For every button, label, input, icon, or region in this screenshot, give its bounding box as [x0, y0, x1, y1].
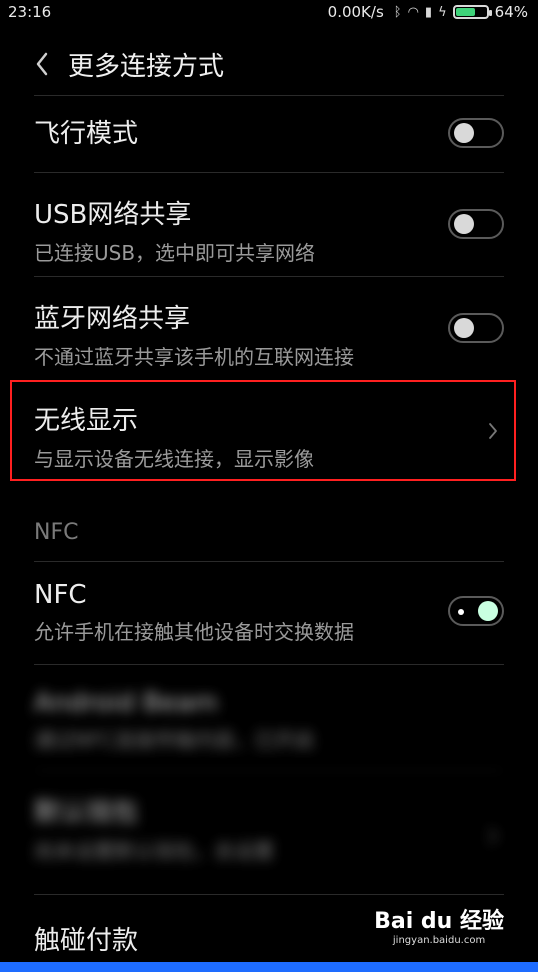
row-title: 无线显示 [34, 406, 139, 436]
wireless-display-row[interactable]: 无线显示 与显示设备无线连接，显示影像 [34, 400, 504, 472]
back-icon[interactable] [34, 50, 50, 78]
battery-percent: 64% [494, 3, 528, 21]
bluetooth-icon: ᛒ [393, 4, 402, 20]
row-subtitle: 允许手机在接触其他设备时交换数据 [34, 620, 354, 644]
usb-tethering-row[interactable]: USB网络共享 已连接USB，选中即可共享网络 [34, 194, 504, 266]
signal-icon: ▮ [424, 4, 433, 20]
battery-icon [452, 5, 492, 19]
airplane-mode-toggle[interactable] [448, 118, 504, 148]
chevron-right-icon [489, 423, 497, 439]
status-time: 23:16 [8, 3, 52, 21]
bluetooth-tethering-row[interactable]: 蓝牙网络共享 不通过蓝牙共享该手机的互联网连接 [34, 298, 504, 370]
row-title: USB网络共享 [34, 200, 192, 230]
page-header: 更多连接方式 [0, 40, 538, 90]
divider [34, 172, 504, 173]
toggle-knob [454, 123, 474, 143]
toggle-knob [454, 214, 474, 234]
charging-icon: ϟ [438, 4, 447, 20]
airplane-mode-row[interactable]: 飞行模式 [34, 113, 504, 150]
divider [34, 770, 504, 771]
battery-fill [455, 8, 475, 16]
row-subtitle: 不通过蓝牙共享该手机的互联网连接 [34, 345, 354, 369]
row-title: 飞行模式 [34, 119, 139, 149]
divider [34, 561, 504, 562]
watermark-brand: Bai du 经验 [374, 909, 504, 934]
navigation-bar [0, 962, 538, 972]
row-subtitle: 与显示设备无线连接，显示影像 [34, 447, 314, 471]
divider [34, 276, 504, 277]
nfc-row[interactable]: NFC 允许手机在接触其他设备时交换数据 [34, 580, 504, 645]
default-wallet-row[interactable]: 默认钱包 尚未设置默认钱包，去设置 [34, 792, 504, 864]
chevron-right-icon [489, 828, 497, 844]
divider [34, 894, 504, 895]
divider [34, 664, 504, 665]
page-title: 更多连接方式 [68, 52, 225, 82]
toggle-knob [454, 318, 474, 338]
divider [34, 95, 504, 96]
network-speed: 0.00K/s [327, 3, 384, 21]
row-title: Android Beam [34, 688, 218, 718]
android-beam-row[interactable]: Android Beam 通过NFC连接传输内容，已开启 [34, 688, 504, 753]
watermark-url: jingyan.baidu.com [392, 935, 486, 946]
row-subtitle: 已连接USB，选中即可共享网络 [34, 241, 316, 265]
toggle-dot [458, 609, 464, 615]
toggle-knob [478, 601, 498, 621]
bluetooth-tethering-toggle[interactable] [448, 313, 504, 343]
row-title: 默认钱包 [34, 798, 139, 828]
row-subtitle: 尚未设置默认钱包，去设置 [34, 839, 274, 863]
section-header-nfc: NFC [34, 520, 79, 545]
status-right: 0.00K/s ᛒ ◠ ▮ ϟ 64% [328, 3, 528, 21]
watermark-logo: Bai du 经验 jingyan.baidu.com [374, 903, 504, 946]
nfc-toggle[interactable] [448, 596, 504, 626]
wifi-icon: ◠ [407, 4, 419, 20]
row-title: 蓝牙网络共享 [34, 304, 191, 334]
status-bar: 23:16 0.00K/s ᛒ ◠ ▮ ϟ 64% [0, 0, 538, 28]
usb-tethering-toggle[interactable] [448, 209, 504, 239]
row-title: NFC [34, 580, 87, 610]
row-subtitle: 通过NFC连接传输内容，已开启 [34, 728, 315, 752]
